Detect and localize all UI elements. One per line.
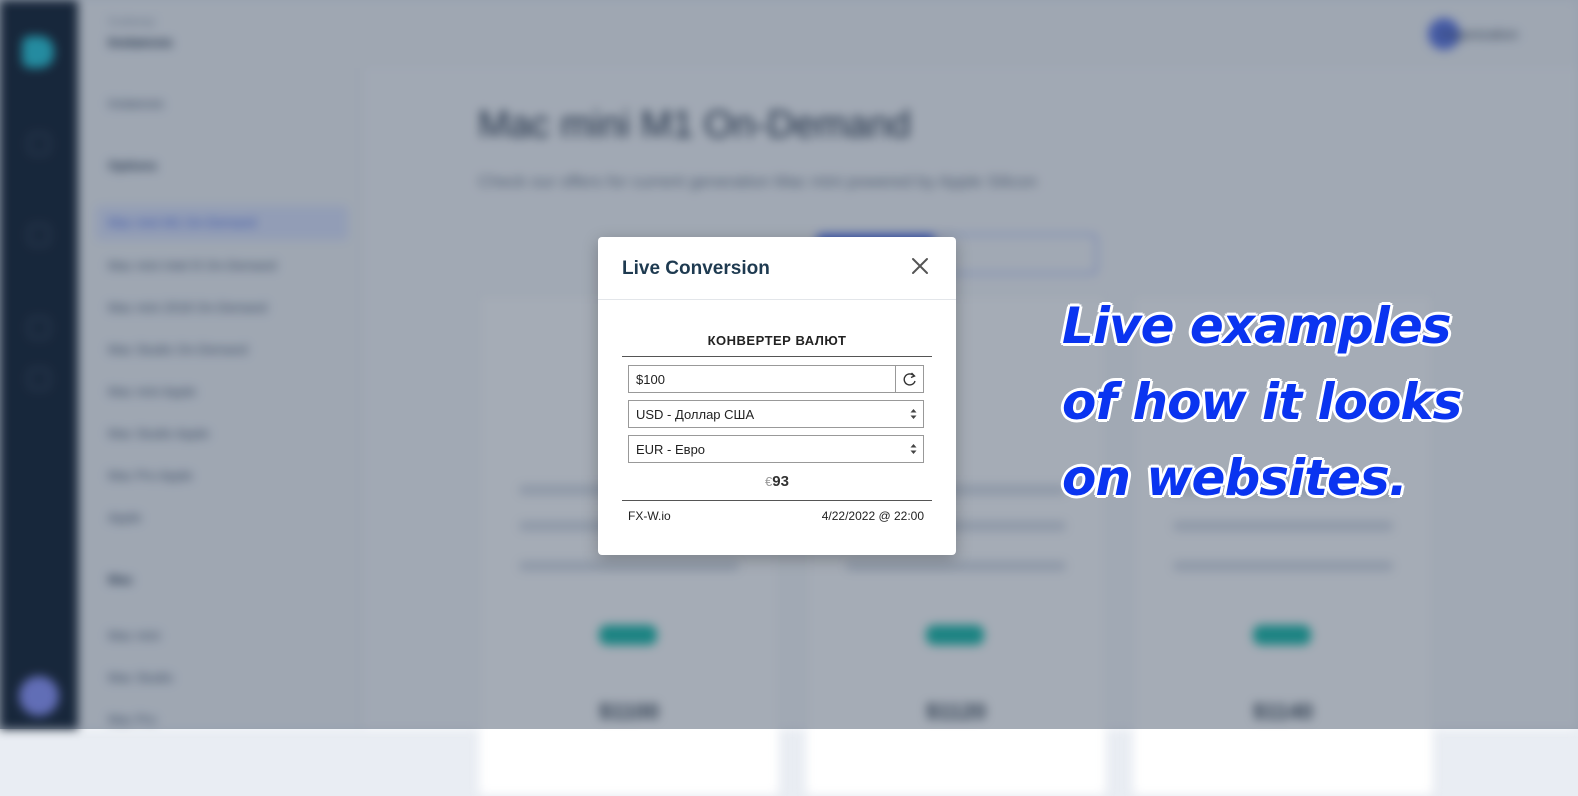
- refresh-icon: [903, 372, 916, 386]
- select-arrows-icon: [910, 409, 917, 419]
- refresh-button[interactable]: [895, 366, 923, 392]
- close-icon: [912, 258, 928, 274]
- promo-caption: Live examples of how it looks on website…: [1062, 288, 1462, 516]
- promo-line: Live examples: [1062, 297, 1452, 355]
- from-currency-select[interactable]: USD - Доллар США: [628, 400, 924, 428]
- conversion-result: €93: [622, 473, 932, 491]
- promo-line: of how it looks: [1062, 373, 1462, 431]
- widget-title: КОНВЕРТЕР ВАЛЮТ: [622, 323, 932, 357]
- to-currency-value: EUR - Евро: [636, 442, 706, 457]
- amount-input[interactable]: $100: [628, 365, 924, 393]
- result-amount: 93: [772, 473, 789, 490]
- promo-line: on websites.: [1062, 449, 1408, 507]
- select-arrows-icon: [910, 444, 917, 454]
- source-link[interactable]: FX-W.io: [628, 509, 671, 523]
- modal-header: Live Conversion: [598, 237, 956, 300]
- currency-converter-widget: КОНВЕРТЕР ВАЛЮТ $100 USD - Доллар США EU…: [622, 323, 932, 523]
- to-currency-select[interactable]: EUR - Евро: [628, 435, 924, 463]
- modal-title: Live Conversion: [622, 258, 770, 279]
- timestamp: 4/22/2022 @ 22:00: [821, 509, 924, 523]
- widget-footer: FX-W.io 4/22/2022 @ 22:00: [622, 500, 932, 523]
- from-currency-value: USD - Доллар США: [636, 407, 755, 422]
- close-button[interactable]: [905, 251, 935, 281]
- amount-value: $100: [636, 372, 665, 387]
- live-conversion-modal: Live Conversion КОНВЕРТЕР ВАЛЮТ $100 USD…: [598, 237, 956, 555]
